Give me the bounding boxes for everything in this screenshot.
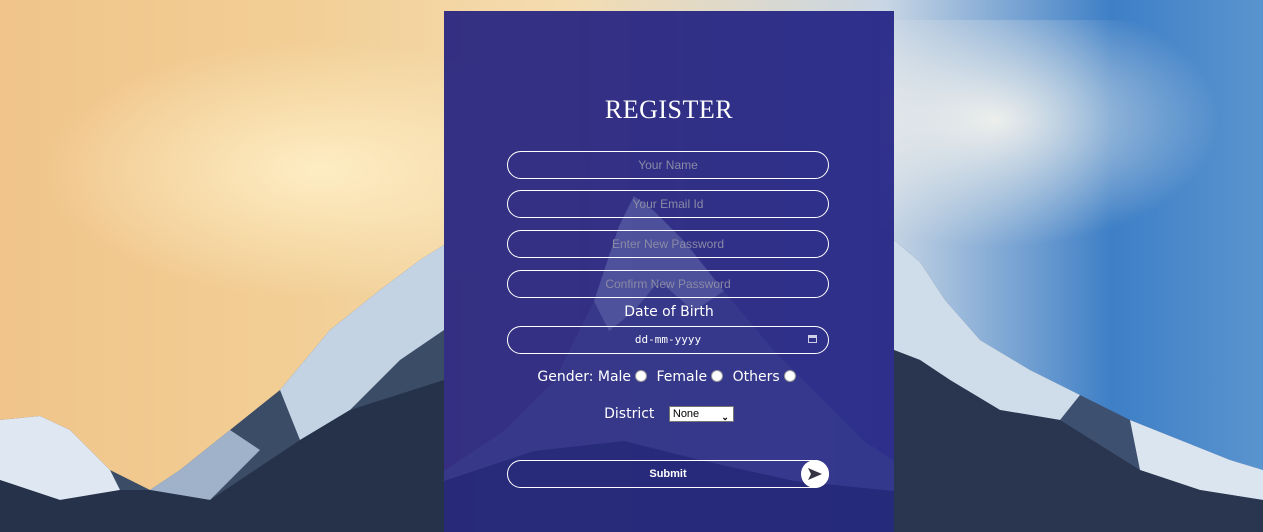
dob-date-value: dd-mm-yyyy (634, 333, 702, 346)
gender-radio-male[interactable] (635, 370, 648, 382)
chevron-down-icon: ⌄ (721, 412, 729, 422)
gender-option-others-label: Others (732, 369, 780, 385)
gender-radio-others[interactable] (783, 370, 796, 382)
dob-date-input[interactable]: dd-mm-yyyy (507, 326, 829, 354)
submit-label: Submit (649, 468, 687, 480)
dob-label: Date of Birth (624, 304, 714, 320)
name-input[interactable] (507, 151, 829, 179)
district-selected-value: None (672, 408, 700, 420)
district-select[interactable]: None ⌄ (668, 406, 734, 422)
email-input[interactable] (507, 190, 829, 218)
gender-radio-female[interactable] (711, 370, 724, 382)
gender-group: Gender: Male Female Others (444, 369, 894, 385)
confirm-password-input[interactable] (507, 270, 829, 298)
new-password-input[interactable] (507, 230, 829, 258)
submit-arrow-circle[interactable] (801, 460, 829, 488)
send-arrow-icon (808, 468, 822, 480)
page-title: REGISTER (604, 95, 734, 124)
gender-option-male-label: Male (597, 369, 632, 385)
district-group: District None ⌄ (444, 406, 894, 422)
district-label: District (604, 406, 655, 422)
submit-button[interactable]: Submit (507, 460, 829, 488)
gender-label: Gender: (537, 369, 594, 385)
calendar-icon[interactable] (808, 335, 817, 343)
register-card: REGISTER Date of Birth dd-mm-yyyy Gender… (444, 11, 894, 532)
gender-option-female-label: Female (656, 369, 708, 385)
